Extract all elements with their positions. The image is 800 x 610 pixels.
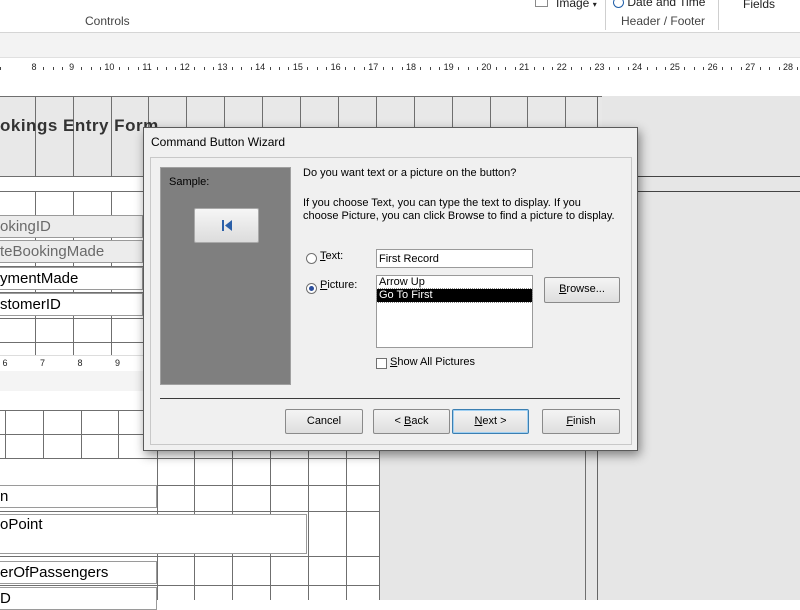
field-d[interactable]: D	[0, 587, 157, 610]
grid-line	[0, 511, 380, 512]
text-radio-label[interactable]: Text:	[320, 250, 343, 262]
field-date-booking-made[interactable]: teBookingMade	[0, 240, 143, 263]
grid-line	[111, 96, 112, 176]
go-to-first-icon	[222, 220, 232, 231]
field-number-of-passengers[interactable]: erOfPassengers	[0, 561, 157, 584]
next-button[interactable]: Next >	[452, 409, 529, 434]
ruler-label: 8	[77, 358, 83, 368]
ruler-label: 6	[2, 358, 8, 368]
dialog-title: Command Button Wizard	[151, 135, 286, 149]
help-text-line1: If you choose Text, you can type the tex…	[303, 197, 581, 209]
grid-line	[43, 410, 44, 458]
ruler-label: 9	[114, 358, 121, 368]
field-customer-id[interactable]: stomerID	[0, 293, 143, 316]
text-radio[interactable]	[306, 253, 317, 264]
grid-line	[0, 96, 602, 97]
grid-line	[0, 556, 380, 557]
finish-button[interactable]: Finish	[542, 409, 620, 434]
field-n[interactable]: n	[0, 485, 157, 508]
field-payment-made[interactable]: ymentMade	[0, 267, 143, 290]
picture-list[interactable]: Arrow Up Go To First	[376, 275, 533, 348]
grid-line	[585, 451, 586, 600]
grid-line	[0, 585, 380, 586]
grid-line	[346, 451, 347, 600]
picture-list-item-selected[interactable]: Go To First	[376, 288, 533, 303]
sample-panel: Sample:	[160, 167, 291, 385]
browse-button[interactable]: Browse...	[544, 277, 620, 303]
grid-line	[0, 458, 380, 459]
grid-line	[35, 96, 36, 176]
grid-line	[81, 410, 82, 458]
command-button-wizard-dialog: Command Button Wizard Sample: Do you wan…	[143, 127, 638, 451]
help-text-line2: choose Picture, you can click Browse to …	[303, 210, 615, 222]
picture-radio-label[interactable]: Picture:	[320, 279, 357, 291]
sample-label: Sample:	[169, 176, 210, 188]
field-pickup-point[interactable]: oPoint	[0, 514, 307, 554]
section-bar[interactable]	[0, 371, 145, 391]
ruler-label: 7	[39, 358, 46, 368]
picture-radio[interactable]	[306, 283, 317, 294]
form-title-label[interactable]: okings Entry Form	[0, 116, 159, 136]
grid-line	[118, 410, 119, 458]
grid-line	[0, 318, 145, 319]
cancel-button[interactable]: Cancel	[285, 409, 363, 434]
button-text-input[interactable]: First Record	[376, 249, 533, 268]
grid-line	[73, 96, 74, 176]
field-booking-id[interactable]: okingID	[0, 215, 143, 238]
sample-button-preview	[194, 208, 259, 243]
grid-line	[148, 96, 212, 97]
question-text: Do you want text or a picture on the but…	[303, 167, 517, 179]
grid-line	[5, 410, 6, 458]
show-all-pictures-checkbox[interactable]	[376, 358, 387, 369]
grid-line	[0, 410, 145, 411]
grid-line	[308, 451, 309, 600]
picture-list-item[interactable]: Arrow Up	[377, 276, 532, 289]
dialog-separator	[160, 398, 620, 399]
grid-line	[379, 451, 380, 600]
show-all-pictures-label[interactable]: Show All Pictures	[390, 356, 475, 368]
back-button[interactable]: < Back	[373, 409, 450, 434]
grid-line	[0, 342, 145, 343]
grid-line	[0, 434, 145, 435]
